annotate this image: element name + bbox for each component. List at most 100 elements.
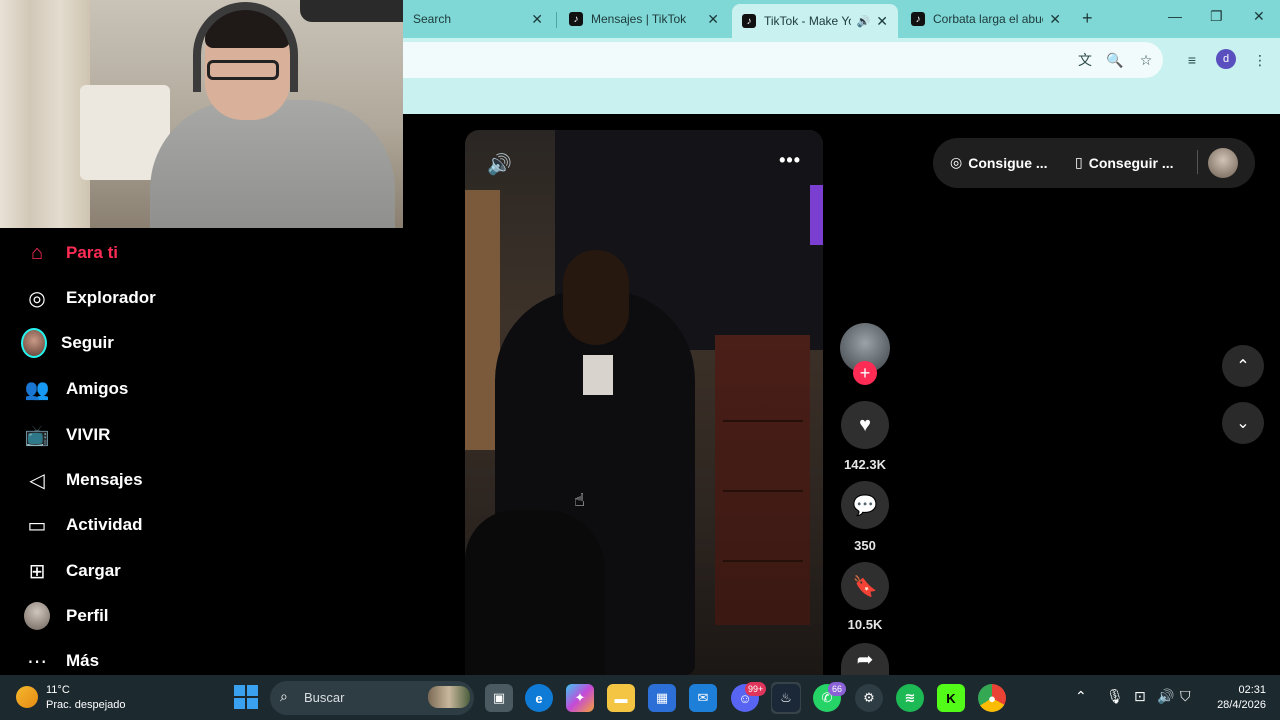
store-icon[interactable]: ▦ bbox=[648, 684, 676, 712]
steam-icon[interactable]: ♨ bbox=[772, 684, 800, 712]
kick-icon[interactable]: K bbox=[937, 684, 965, 712]
comment-button[interactable]: 💬 bbox=[841, 481, 889, 529]
heart-icon: ♥ bbox=[859, 413, 871, 436]
sidebar-item-label: Cargar bbox=[66, 561, 121, 580]
chrome-icon[interactable]: ● bbox=[978, 684, 1006, 712]
close-window-icon[interactable]: ✕ bbox=[1253, 8, 1265, 25]
screen: Search ✕ ♪ Mensajes | TikTok ✕ ♪ TikTok … bbox=[0, 0, 1280, 720]
video-person-head bbox=[563, 250, 629, 345]
weather-description[interactable]: Prac. despejado bbox=[46, 699, 126, 711]
tiktok-icon: ♪ bbox=[569, 12, 583, 26]
sidebar-item-actividad[interactable]: ▭ Actividad bbox=[24, 510, 143, 540]
get-app-button[interactable]: ▯ Conseguir ... bbox=[1075, 154, 1174, 171]
sidebar-item-mensajes[interactable]: ◁ Mensajes bbox=[24, 465, 143, 495]
sidebar-item-cargar[interactable]: ⊞ Cargar bbox=[24, 556, 121, 586]
volume-tray-icon[interactable]: 🔊 bbox=[1157, 688, 1174, 705]
tab-label: Search bbox=[413, 12, 452, 26]
video-foreground bbox=[465, 510, 605, 675]
translate-icon[interactable]: 文 bbox=[1075, 50, 1095, 70]
file-explorer-icon[interactable]: ▬ bbox=[607, 684, 635, 712]
profile-avatar[interactable]: d bbox=[1216, 49, 1236, 69]
clock-date[interactable]: 28/4/2026 bbox=[1210, 699, 1266, 711]
save-button[interactable]: 🔖 bbox=[841, 562, 889, 610]
copilot-icon[interactable]: ✦ bbox=[566, 684, 594, 712]
webcam-curtain bbox=[0, 0, 90, 228]
zoom-icon[interactable]: 🔍 bbox=[1105, 50, 1125, 70]
chevron-up-icon: ⌃ bbox=[1236, 358, 1250, 375]
chevron-down-icon: ⌄ bbox=[1236, 415, 1250, 432]
hand-cursor-icon: ☝ bbox=[574, 490, 585, 510]
video-drawer-line bbox=[723, 560, 803, 562]
outlook-icon[interactable]: ✉ bbox=[689, 684, 717, 712]
network-icon[interactable]: ⊡ bbox=[1134, 688, 1146, 705]
sidebar-item-label: Para ti bbox=[66, 243, 118, 262]
like-button[interactable]: ♥ bbox=[841, 401, 889, 449]
sidebar-item-explorador[interactable]: ◎ Explorador bbox=[24, 283, 156, 313]
close-icon[interactable]: ✕ bbox=[876, 13, 888, 30]
video-player[interactable]: 🔊 ••• bbox=[465, 130, 823, 675]
tab-divider bbox=[556, 12, 557, 28]
search-label: Buscar bbox=[304, 690, 345, 705]
video-drawer-line bbox=[723, 490, 803, 492]
share-button[interactable]: ➦ bbox=[841, 643, 889, 675]
sidebar-item-perfil[interactable]: Perfil bbox=[24, 601, 109, 631]
close-icon[interactable]: ✕ bbox=[1049, 11, 1061, 28]
sidebar-item-para-ti[interactable]: ⌂ Para ti bbox=[24, 238, 118, 268]
speaker-icon[interactable]: 🔊 bbox=[857, 15, 871, 28]
sidebar-item-vivir[interactable]: 📺 VIVIR bbox=[24, 420, 111, 450]
send-icon: ◁ bbox=[29, 469, 45, 492]
sidebar-item-amigos[interactable]: 👥 Amigos bbox=[24, 374, 129, 404]
weather-sun-icon[interactable] bbox=[16, 686, 38, 708]
tab-corbata[interactable]: ♪ Corbata larga el abue ✕ bbox=[901, 4, 1071, 34]
kebab-menu-icon[interactable]: ⋮ bbox=[1250, 50, 1270, 70]
whatsapp-badge: 66 bbox=[828, 682, 846, 696]
clock-time[interactable]: 02:31 bbox=[1226, 684, 1266, 696]
get-coins-label: Consigue ... bbox=[968, 154, 1048, 171]
get-coins-button[interactable]: ◎ Consigue ... bbox=[950, 154, 1048, 171]
media-queue-icon[interactable]: ≡ bbox=[1182, 50, 1202, 70]
following-avatar bbox=[21, 328, 47, 358]
weather-temperature[interactable]: 11°C bbox=[46, 684, 70, 696]
task-view-icon[interactable]: ▣ bbox=[485, 684, 513, 712]
sidebar-item-seguir[interactable]: Seguir bbox=[21, 328, 114, 358]
sidebar-item-label: Actividad bbox=[66, 515, 143, 534]
follow-plus-icon[interactable]: + bbox=[853, 361, 877, 385]
settings-icon[interactable]: ⚙ bbox=[855, 684, 883, 712]
bookmark-icon: 🔖 bbox=[852, 575, 878, 598]
sidebar-item-label: Amigos bbox=[66, 379, 129, 398]
tab-label: Corbata larga el abue bbox=[933, 12, 1044, 26]
tab-tiktok-active[interactable]: ♪ TikTok - Make Yo 🔊 ✕ bbox=[732, 4, 898, 38]
new-tab-button[interactable]: + bbox=[1082, 8, 1093, 29]
tab-mensajes[interactable]: ♪ Mensajes | TikTok ✕ bbox=[559, 4, 729, 34]
tab-search[interactable]: Search ✕ bbox=[403, 4, 553, 34]
bookmark-bar bbox=[403, 82, 1280, 114]
more-dots-icon: ⋯ bbox=[27, 650, 47, 673]
discord-badge: 99+ bbox=[745, 682, 767, 696]
sidebar-item-label: Explorador bbox=[66, 288, 156, 307]
tab-label: Mensajes | TikTok bbox=[591, 12, 687, 26]
minimize-icon[interactable]: — bbox=[1168, 8, 1182, 24]
user-avatar[interactable] bbox=[1208, 148, 1238, 178]
sidebar-item-mas[interactable]: ⋯ Más bbox=[24, 646, 99, 676]
tab-label: TikTok - Make Yo bbox=[764, 14, 851, 28]
volume-icon[interactable]: 🔊 bbox=[487, 152, 512, 177]
star-icon[interactable]: ☆ bbox=[1136, 50, 1156, 70]
sidebar-item-label: Mensajes bbox=[66, 470, 143, 489]
start-button[interactable] bbox=[234, 685, 258, 709]
more-options-icon[interactable]: ••• bbox=[779, 150, 801, 171]
spotify-icon[interactable]: ≋ bbox=[896, 684, 924, 712]
edge-icon[interactable]: e bbox=[525, 684, 553, 712]
get-app-label: Conseguir ... bbox=[1088, 154, 1174, 171]
sidebar-item-label: Seguir bbox=[61, 333, 114, 352]
microphone-icon[interactable]: 🎙 bbox=[1106, 688, 1124, 705]
coin-icon: ◎ bbox=[950, 154, 963, 170]
next-video-button[interactable]: ⌄ bbox=[1222, 402, 1264, 444]
close-icon[interactable]: ✕ bbox=[707, 11, 719, 28]
close-icon[interactable]: ✕ bbox=[531, 11, 543, 28]
tray-chevron-up-icon[interactable]: ⌃ bbox=[1075, 688, 1087, 705]
sidebar-item-label: VIVIR bbox=[66, 425, 111, 444]
battery-icon[interactable]: ⛉ bbox=[1180, 688, 1191, 705]
address-bar[interactable] bbox=[403, 42, 1163, 78]
restore-icon[interactable]: ❐ bbox=[1210, 8, 1223, 25]
previous-video-button[interactable]: ⌃ bbox=[1222, 345, 1264, 387]
